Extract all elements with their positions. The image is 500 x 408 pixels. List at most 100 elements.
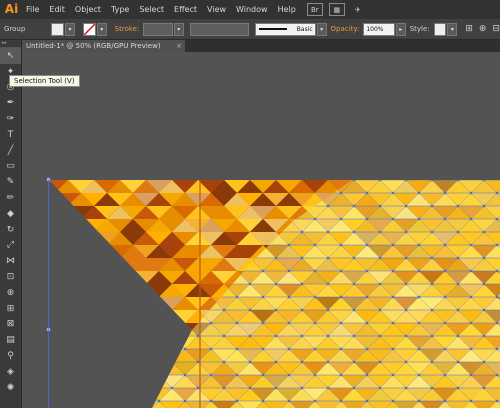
- anchor-point[interactable]: [67, 309, 69, 311]
- width-tool-icon[interactable]: ⋈: [0, 253, 21, 269]
- graphic-style-swatch[interactable]: [433, 22, 447, 36]
- rotate-tool-icon[interactable]: ↻: [0, 222, 21, 238]
- anchor-point[interactable]: [80, 374, 82, 376]
- anchor-point[interactable]: [54, 374, 56, 376]
- anchor-point[interactable]: [67, 283, 69, 285]
- anchor-point[interactable]: [41, 231, 43, 233]
- anchor-point[interactable]: [54, 244, 56, 246]
- anchor-point[interactable]: [119, 335, 121, 337]
- anchor-point[interactable]: [67, 231, 69, 233]
- mesh-tool-icon[interactable]: ⊠: [0, 317, 21, 333]
- globe-icon[interactable]: ⊕: [479, 24, 487, 34]
- anchor-point[interactable]: [132, 400, 134, 402]
- anchor-point[interactable]: [132, 270, 134, 272]
- opacity-dropdown-icon[interactable]: ▸: [395, 22, 406, 36]
- anchor-point[interactable]: [119, 387, 121, 389]
- anchor-point[interactable]: [106, 400, 108, 402]
- anchor-point[interactable]: [132, 348, 134, 350]
- anchor-point[interactable]: [67, 257, 69, 259]
- gpu-performance-icon[interactable]: ✈: [351, 4, 365, 15]
- brush-definition[interactable]: Basic: [254, 22, 316, 36]
- anchor-point[interactable]: [132, 374, 134, 376]
- anchor-point[interactable]: [170, 360, 174, 364]
- arrange-documents-icon[interactable]: ▦: [328, 3, 345, 16]
- anchor-point[interactable]: [28, 400, 30, 402]
- align-icon[interactable]: ⊟: [492, 24, 500, 34]
- anchor-point[interactable]: [157, 347, 161, 351]
- anchor-point[interactable]: [119, 309, 121, 311]
- document-setup-icon[interactable]: ⊞: [465, 24, 473, 34]
- anchor-point[interactable]: [28, 270, 30, 272]
- fill-dropdown-icon[interactable]: ▾: [65, 22, 75, 36]
- anchor-point[interactable]: [54, 270, 56, 272]
- variable-width-profile[interactable]: [189, 22, 249, 36]
- anchor-point[interactable]: [106, 244, 108, 246]
- anchor-point[interactable]: [145, 283, 147, 285]
- pencil-tool-icon[interactable]: ✏: [0, 190, 21, 206]
- menu-edit[interactable]: Edit: [44, 0, 70, 19]
- anchor-point[interactable]: [132, 296, 134, 298]
- line-tool-icon[interactable]: ╱: [0, 143, 21, 159]
- anchor-point[interactable]: [119, 283, 121, 285]
- anchor-point[interactable]: [157, 373, 161, 377]
- anchor-point[interactable]: [67, 361, 69, 363]
- anchor-point[interactable]: [80, 218, 82, 220]
- menu-select[interactable]: Select: [134, 0, 169, 19]
- shape-builder-tool-icon[interactable]: ⊕: [0, 285, 21, 301]
- fill-swatch[interactable]: [51, 22, 65, 36]
- symbol-sprayer-tool-icon[interactable]: ✺: [0, 380, 21, 396]
- anchor-point[interactable]: [41, 361, 43, 363]
- anchor-point[interactable]: [80, 348, 82, 350]
- anchor-point[interactable]: [67, 335, 69, 337]
- anchor-point[interactable]: [41, 283, 43, 285]
- paintbrush-tool-icon[interactable]: ✎: [0, 174, 21, 190]
- opacity-field[interactable]: 100%: [363, 22, 395, 36]
- anchor-point[interactable]: [80, 270, 82, 272]
- anchor-point[interactable]: [28, 192, 30, 194]
- anchor-point[interactable]: [93, 335, 95, 337]
- menu-view[interactable]: View: [202, 0, 231, 19]
- menu-file[interactable]: File: [21, 0, 44, 19]
- anchor-point[interactable]: [54, 192, 56, 194]
- menu-help[interactable]: Help: [273, 0, 301, 19]
- menu-effect[interactable]: Effect: [169, 0, 202, 19]
- anchor-point[interactable]: [106, 348, 108, 350]
- anchor-point[interactable]: [93, 257, 95, 259]
- anchor-point[interactable]: [119, 257, 121, 259]
- anchor-point[interactable]: [41, 179, 43, 181]
- close-tab-icon[interactable]: ×: [176, 40, 182, 52]
- anchor-point[interactable]: [106, 296, 108, 298]
- anchor-point[interactable]: [80, 244, 82, 246]
- anchor-point[interactable]: [54, 296, 56, 298]
- stroke-label[interactable]: Stroke:: [115, 25, 140, 33]
- anchor-point[interactable]: [41, 387, 43, 389]
- bridge-icon[interactable]: Br: [306, 3, 323, 16]
- anchor-point[interactable]: [80, 400, 82, 402]
- blend-tool-icon[interactable]: ◈: [0, 364, 21, 380]
- anchor-point[interactable]: [41, 205, 43, 207]
- anchor-point[interactable]: [28, 244, 30, 246]
- anchor-point[interactable]: [93, 283, 95, 285]
- type-tool-icon[interactable]: T: [0, 127, 21, 143]
- selection-tool-icon[interactable]: ↖: [0, 48, 21, 64]
- curvature-tool-icon[interactable]: ✑: [0, 111, 21, 127]
- anchor-point[interactable]: [93, 361, 95, 363]
- document-tab[interactable]: Untitled-1* @ 50% (RGB/GPU Preview) ×: [21, 40, 185, 52]
- artboard-canvas[interactable]: [22, 52, 500, 408]
- anchor-point[interactable]: [54, 400, 56, 402]
- anchor-point[interactable]: [106, 374, 108, 376]
- anchor-point[interactable]: [28, 296, 30, 298]
- panel-grip-icon[interactable]: ▸▸: [0, 40, 21, 48]
- rectangle-tool-icon[interactable]: ▭: [0, 159, 21, 175]
- anchor-point[interactable]: [145, 387, 147, 389]
- stroke-weight-dropdown-icon[interactable]: ▾: [173, 22, 184, 36]
- anchor-point[interactable]: [145, 309, 147, 311]
- anchor-point[interactable]: [28, 322, 30, 324]
- anchor-point[interactable]: [157, 321, 161, 325]
- anchor-point[interactable]: [93, 309, 95, 311]
- anchor-point[interactable]: [145, 361, 147, 363]
- stroke-dropdown-icon[interactable]: ▾: [96, 22, 107, 36]
- anchor-point[interactable]: [28, 348, 30, 350]
- anchor-point[interactable]: [54, 322, 56, 324]
- eyedropper-tool-icon[interactable]: ⚲: [0, 348, 21, 364]
